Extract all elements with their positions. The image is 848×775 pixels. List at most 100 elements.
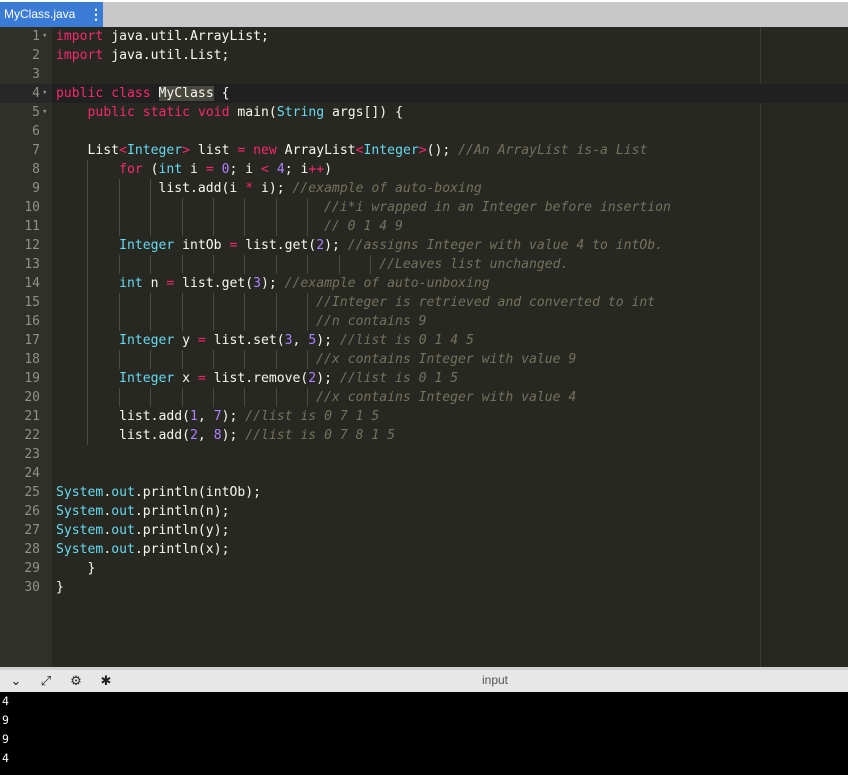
line-number: 25	[24, 485, 40, 500]
code-token: >	[182, 143, 191, 158]
code-token: <	[261, 162, 269, 177]
code-token: public	[87, 105, 135, 120]
code-line[interactable]: for (int i = 0; i < 4; i++)	[56, 160, 332, 179]
indent-guide	[275, 388, 277, 407]
code-token: );	[316, 333, 340, 348]
chevron-down-icon[interactable]: ⌄	[8, 674, 24, 690]
code-line[interactable]: list.add(1, 7); //list is 0 7 1 5	[56, 407, 379, 426]
indent-guide	[87, 426, 89, 445]
code-line[interactable]: list.add(i * i); //example of auto-boxin…	[56, 179, 481, 198]
code-line[interactable]: //n contains 9	[56, 312, 426, 331]
line-number: 28	[24, 542, 40, 557]
indent-guide	[213, 217, 214, 236]
fold-toggle-icon[interactable]: ▾	[42, 103, 52, 122]
code-token: //list is 0 1 4 5	[339, 333, 474, 348]
code-token: list.add(	[56, 409, 191, 424]
line-number: 3	[32, 67, 40, 82]
code-line[interactable]: //Integer is retrieved and converted to …	[56, 293, 655, 312]
code-token: import	[56, 48, 104, 63]
file-tab-label: MyClass.java	[4, 7, 76, 21]
indent-guide	[118, 217, 120, 236]
expand-icon[interactable]: ⤢	[38, 674, 54, 690]
code-token: ; i	[229, 162, 262, 177]
code-token: list.get(	[174, 276, 254, 291]
code-token: list.add(	[56, 428, 191, 443]
vertical-dots-icon[interactable]: ⋮	[89, 2, 103, 27]
code-line[interactable]: import java.util.List;	[56, 46, 229, 65]
code-token: );	[221, 409, 246, 424]
code-line[interactable]: public static void main(String args[]) {	[56, 103, 403, 122]
code-line[interactable]: System.out.println(y);	[56, 521, 229, 540]
code-line[interactable]: //x contains Integer with value 4	[56, 388, 576, 407]
code-token: Integer	[119, 238, 175, 253]
code-line[interactable]: System.out.println(intOb);	[56, 483, 261, 502]
code-line[interactable]: Integer intOb = list.get(2); //assigns I…	[56, 236, 663, 255]
code-token: //x contains Integer with value 4	[316, 390, 577, 405]
indent-guide	[150, 312, 152, 331]
code-token: System	[56, 504, 104, 519]
code-line[interactable]: public class MyClass {	[56, 84, 229, 103]
debug-icon[interactable]: ✱	[98, 674, 114, 690]
code-line[interactable]: int n = list.get(3); //example of auto-u…	[56, 274, 490, 293]
code-token: //Integer is retrieved and converted to …	[316, 295, 656, 310]
indent-guide	[181, 293, 183, 312]
indent-guide	[307, 198, 309, 217]
indent-guide	[275, 217, 277, 236]
code-line[interactable]: //Leaves list unchanged.	[56, 255, 568, 274]
code-token: main(	[229, 105, 277, 120]
line-number: 4	[32, 86, 40, 101]
code-line[interactable]: list.add(2, 8); //list is 0 7 8 1 5	[56, 426, 395, 445]
code-editor[interactable]: import java.util.ArrayList; import java.u…	[0, 27, 848, 667]
indent-guide	[275, 198, 277, 217]
indent-guide	[307, 312, 309, 331]
code-token: //x contains Integer with value 9	[316, 352, 577, 367]
code-line[interactable]: //x contains Integer with value 9	[56, 350, 576, 369]
code-line[interactable]: List<Integer> list = new ArrayList<Integ…	[56, 141, 648, 160]
code-line[interactable]: }	[56, 559, 96, 578]
code-line[interactable]: }	[56, 578, 64, 597]
code-token: Integer	[119, 333, 175, 348]
code-token: //assigns Integer with value 4 to intOb.	[347, 238, 664, 253]
line-number: 17	[24, 333, 40, 348]
code-token: 7	[213, 409, 222, 424]
code-token: list	[190, 143, 238, 158]
code-line[interactable]: // 0 1 4 9	[56, 217, 403, 236]
indent-guide	[213, 312, 214, 331]
code-token: // 0 1 4 9	[324, 219, 403, 234]
fold-toggle-icon[interactable]: ▾	[42, 84, 52, 103]
code-line[interactable]: Integer y = list.set(3, 5); //list is 0 …	[56, 331, 474, 350]
code-token: .println(x);	[134, 542, 230, 557]
line-number: 30	[24, 580, 40, 595]
tab-bar: MyClass.java ⋮	[0, 0, 848, 27]
code-token: Integer	[119, 371, 175, 386]
code-token: }	[56, 580, 64, 595]
code-token: 4	[276, 162, 285, 177]
code-line[interactable]: System.out.println(x);	[56, 540, 229, 559]
code-token: );	[221, 428, 246, 443]
indent-guide	[87, 350, 89, 369]
gear-icon[interactable]: ⚙	[68, 674, 84, 690]
code-token: List	[56, 143, 120, 158]
code-token: new	[253, 143, 277, 158]
code-line[interactable]: import java.util.ArrayList;	[56, 27, 269, 46]
code-token: )	[324, 162, 333, 177]
code-line[interactable]: //i*i wrapped in an Integer before inser…	[56, 198, 671, 217]
indent-guide	[150, 198, 152, 217]
indent-guide	[181, 217, 183, 236]
fold-toggle-icon[interactable]: ▾	[42, 27, 52, 46]
code-token: //Leaves list unchanged.	[379, 257, 569, 272]
file-tab[interactable]: MyClass.java ⋮	[0, 2, 103, 27]
code-line[interactable]: System.out.println(n);	[56, 502, 229, 521]
code-line[interactable]: Integer x = list.remove(2); //list is 0 …	[56, 369, 458, 388]
code-token: <	[355, 143, 364, 158]
indent-guide	[275, 255, 277, 274]
indent-guide	[118, 312, 120, 331]
input-tab-label[interactable]: input	[470, 673, 520, 687]
code-token: *	[245, 181, 254, 196]
